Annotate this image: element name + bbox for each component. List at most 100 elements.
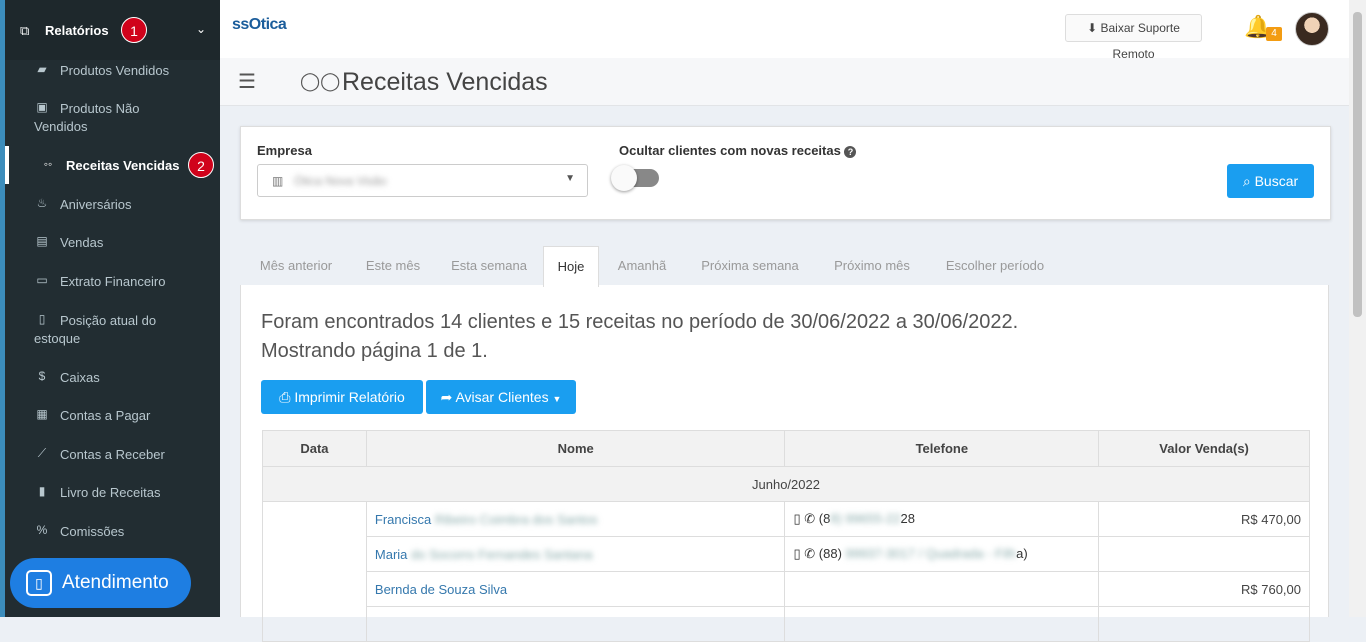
column-header-valor[interactable]: Valor Venda(s): [1098, 430, 1310, 467]
group-row: Junho/2022: [262, 466, 1310, 502]
caret-down-icon: ▼: [552, 394, 562, 404]
filter-box: Empresa ▥ Ótica Nova Visão ▼ Ocultar cli…: [240, 126, 1331, 220]
reports-icon: ⧉: [20, 23, 30, 38]
table-row: [263, 606, 1310, 642]
dollar-icon: $: [38, 369, 46, 383]
sidebar-item-label: Produtos Vendidos: [60, 63, 170, 78]
client-name-rest: do Socorro Fernandes Santana: [411, 546, 593, 562]
percent-icon: %: [36, 523, 48, 537]
page-scrollbar[interactable]: [1349, 0, 1366, 617]
results-summary: Foram encontrados 14 clientes e 15 recei…: [261, 308, 1018, 366]
sidebar-item-label: Vendas: [60, 235, 104, 250]
empresa-value: Ótica Nova Visão: [294, 174, 387, 188]
tab-mes-anterior[interactable]: Mês anterior: [244, 246, 348, 286]
atendimento-label: Atendimento: [62, 572, 169, 593]
table-row: Francisca Ribeiro Coimbra dos Santos ▯ ✆…: [262, 501, 1310, 642]
table-row: Maria do Socorro Fernandes Santana ▯ ✆ (…: [263, 536, 1310, 572]
value-cell: R$ 760,00: [1098, 571, 1310, 607]
mobile-icon: ▯: [793, 546, 801, 561]
results-panel: Foram encontrados 14 clientes e 15 recei…: [240, 285, 1329, 642]
value-cell: [1098, 536, 1310, 572]
chart-line-icon: ⟋: [37, 446, 47, 460]
tab-proximo-mes[interactable]: Próximo mês: [819, 246, 925, 286]
phone-cell: ▯ ✆ (88) 99655-2228: [784, 501, 1100, 537]
atendimento-button[interactable]: ▯ Atendimento: [10, 558, 191, 608]
sidebar-group-label: Relatórios: [45, 23, 109, 38]
whatsapp-icon[interactable]: ✆: [804, 511, 815, 526]
table-row: Bernda de Souza Silva R$ 760,00: [263, 571, 1310, 607]
tab-hoje[interactable]: Hoje: [543, 246, 599, 287]
glasses-icon: ◯◯: [300, 71, 341, 91]
tab-este-mes[interactable]: Este mês: [352, 246, 434, 286]
chevron-down-icon: ⌄: [195, 22, 206, 36]
search-icon: ⌕: [1242, 173, 1251, 189]
tab-amanha[interactable]: Amanhã: [603, 246, 681, 286]
name-cell[interactable]: Bernda de Souza Silva: [365, 571, 786, 607]
name-cell[interactable]: Francisca Ribeiro Coimbra dos Santos: [365, 501, 786, 537]
column-header-telefone[interactable]: Telefone: [784, 430, 1100, 467]
sidebar-item-label: Produtos Não Vendidos: [34, 101, 140, 134]
sidebar-item-label: Receitas Vencidas: [66, 158, 180, 173]
date-cell: [262, 501, 367, 642]
tab-escolher-periodo[interactable]: Escolher período: [929, 246, 1061, 286]
active-indicator: [5, 146, 9, 184]
ocultar-label: Ocultar clientes com novas receitas ?: [619, 143, 857, 158]
money-icon: ▭: [36, 273, 48, 287]
value-cell: [1098, 606, 1310, 642]
menu-icon[interactable]: ☰: [238, 72, 256, 92]
tab-esta-semana[interactable]: Esta semana: [438, 246, 540, 286]
bag-icon: ▰: [37, 62, 47, 76]
top-bar: ssOtica ⬇ Baixar Suporte Remoto 🔔 4: [220, 0, 1362, 61]
cake-icon: ♨: [36, 196, 48, 210]
glasses-icon: ◦◦: [43, 157, 53, 171]
sidebar-item-label: Aniversários: [60, 197, 132, 212]
search-button[interactable]: ⌕ Buscar: [1227, 164, 1314, 198]
sidebar-item-label: Comissões: [60, 524, 125, 539]
basket-icon: ▤: [36, 234, 48, 248]
print-report-button[interactable]: ⎙ Imprimir Relatório: [261, 380, 423, 414]
summary-line-1: Foram encontrados 14 clientes e 15 recei…: [261, 311, 1019, 333]
sidebar-group-relatorios[interactable]: ⧉ Relatórios ⌄: [5, 0, 220, 60]
calculator-icon: ▦: [36, 407, 48, 421]
page-header: ☰ ◯◯ Receitas Vencidas: [220, 58, 1362, 106]
name-cell: [365, 606, 786, 642]
scrollbar-thumb[interactable]: [1353, 12, 1362, 317]
book-icon: ▮: [38, 484, 46, 498]
phone-cell: [784, 571, 1100, 607]
logo[interactable]: ssOtica: [232, 16, 287, 34]
step-badge-1: 1: [121, 17, 147, 43]
tab-proxima-semana[interactable]: Próxima semana: [685, 246, 815, 286]
client-name-link[interactable]: Maria: [375, 547, 408, 562]
sidebar-accent-bar: [0, 0, 5, 617]
results-table: Data Nome Telefone Valor Venda(s) Junho/…: [262, 430, 1310, 642]
group-label: Junho/2022: [262, 466, 1310, 502]
ocultar-toggle[interactable]: [611, 165, 659, 191]
table-header-row: Data Nome Telefone Valor Venda(s): [262, 430, 1310, 467]
sidebar-item-label: Livro de Receitas: [60, 485, 161, 500]
notify-clients-button[interactable]: ➦ Avisar Clientes ▼: [426, 380, 576, 414]
notification-count: 4: [1266, 27, 1282, 41]
book-open-icon: ▯: [26, 570, 52, 596]
avatar[interactable]: [1295, 12, 1329, 46]
value-cell: R$ 470,00: [1098, 501, 1310, 537]
step-badge-2: 2: [188, 152, 214, 178]
name-cell[interactable]: Maria do Socorro Fernandes Santana: [365, 536, 786, 572]
summary-line-2: Mostrando página 1 de 1.: [261, 340, 488, 362]
client-name-rest: Ribeiro Coimbra dos Santos: [434, 511, 598, 527]
question-icon[interactable]: ?: [844, 146, 857, 158]
toggle-knob: [611, 165, 637, 191]
sidebar-item-label: Contas a Pagar: [60, 408, 151, 423]
download-support-button[interactable]: ⬇ Baixar Suporte Remoto: [1065, 14, 1202, 61]
column-header-data[interactable]: Data: [262, 430, 367, 467]
empresa-label: Empresa: [257, 143, 312, 158]
sidebar-item-label: Posição atual do estoque: [34, 313, 157, 346]
empresa-select[interactable]: ▥ Ótica Nova Visão ▼: [257, 164, 588, 197]
column-header-nome[interactable]: Nome: [365, 430, 786, 467]
share-icon: ➦: [440, 389, 453, 405]
client-name-link[interactable]: Francisca: [375, 512, 431, 527]
whatsapp-icon[interactable]: ✆: [804, 546, 815, 561]
sidebar-item-label: Extrato Financeiro: [60, 274, 166, 289]
sidebar-item-label: Caixas: [60, 370, 100, 385]
phone-cell: ▯ ✆ (88) 99937-3017 / Quadrada - Filha): [784, 536, 1100, 572]
client-name-link[interactable]: Bernda de Souza Silva: [375, 582, 507, 597]
